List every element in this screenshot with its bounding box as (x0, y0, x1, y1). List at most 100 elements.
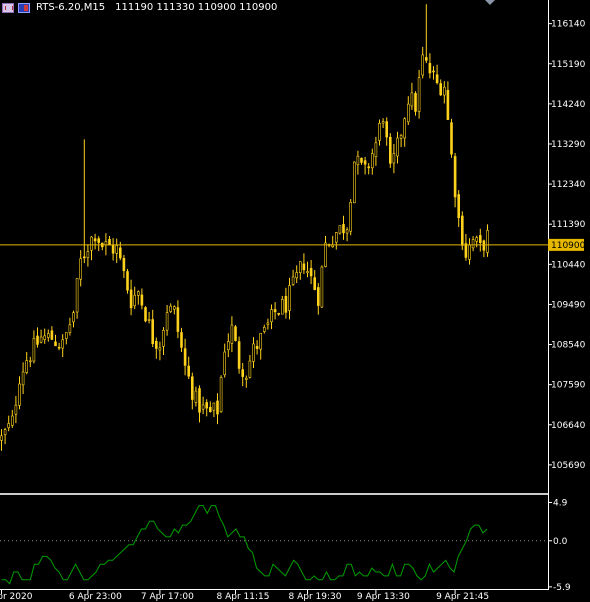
candle (151, 309, 154, 348)
candle-body (137, 291, 140, 296)
candle-body (183, 348, 187, 366)
candle-body (320, 266, 324, 308)
candle (97, 236, 100, 252)
candle-body (151, 319, 154, 345)
account-flag-icon[interactable] (2, 3, 14, 13)
candle-body (259, 333, 263, 350)
candle (385, 117, 389, 146)
candle (414, 91, 417, 116)
candle-body (122, 257, 126, 272)
candle-body (277, 313, 281, 315)
candle-body (428, 63, 432, 74)
candle (327, 243, 331, 248)
candle-body (79, 258, 82, 280)
candle (363, 156, 367, 175)
time-axis-label: 9 Apr 21:45 (436, 592, 489, 602)
candle (219, 375, 223, 413)
candle (356, 150, 360, 175)
candle (406, 96, 410, 126)
candle (439, 79, 443, 97)
candle (457, 190, 461, 228)
candle-body (126, 271, 129, 291)
candle (475, 235, 479, 248)
candle (68, 317, 72, 336)
candle (399, 133, 403, 148)
candle-body (65, 332, 68, 339)
candle (133, 286, 136, 310)
candle (209, 401, 212, 413)
chart-area: 116140 115190 114240 113290 112340 111390 1104… (0, 0, 586, 602)
candle (471, 236, 475, 252)
time-axis[interactable]: 6 Apr 2020 6 Apr 23:00 7 Apr 17:00 8 Apr 11… (0, 590, 489, 602)
candle-body (147, 319, 151, 321)
candle (403, 117, 407, 147)
candle-body (406, 103, 410, 123)
candle (360, 157, 363, 165)
candle (468, 238, 471, 265)
candle-body (450, 122, 453, 155)
candle (36, 327, 39, 348)
candle-body (295, 272, 299, 279)
candle (21, 362, 25, 395)
candle-body (255, 346, 259, 349)
candle-body (46, 333, 50, 338)
candle-body (3, 429, 7, 436)
candle (176, 300, 180, 339)
candle-body (50, 330, 54, 340)
candle-body (32, 338, 36, 362)
candle (248, 355, 252, 379)
candle-body (324, 242, 327, 267)
candle (147, 311, 151, 324)
candle-body (108, 238, 111, 246)
candle (370, 148, 374, 175)
indicator-axis-label: -5.9 (553, 583, 571, 593)
chart-shift-marker-icon[interactable] (485, 0, 495, 5)
price-axis-label: 110440 (551, 260, 586, 270)
candle (65, 332, 68, 345)
candle-body (392, 153, 396, 164)
candle-body (349, 202, 353, 232)
candle-body (194, 390, 198, 403)
time-axis-label: 7 Apr 17:00 (141, 592, 194, 602)
indicator-axis-label: 4.9 (553, 498, 568, 508)
candle-body (155, 340, 158, 349)
candle (266, 318, 270, 330)
candle-body (223, 351, 226, 376)
expert-advisor-icon[interactable] (18, 3, 30, 13)
candle-body (270, 309, 273, 323)
candle (262, 324, 266, 334)
candle-body (61, 339, 65, 349)
price-axis-label: 112340 (551, 180, 586, 190)
candle (284, 287, 288, 319)
indicator-axis[interactable]: 4.9 0.0 -5.9 (548, 498, 571, 593)
candle-body (302, 263, 306, 271)
candle (25, 351, 29, 375)
candle-body (421, 54, 425, 76)
candle (298, 261, 302, 280)
price-axis-label: 106640 (551, 421, 586, 431)
candle (90, 236, 93, 261)
candle-body (352, 161, 356, 204)
candle-body (140, 294, 144, 306)
candle (334, 231, 338, 250)
candle-body (345, 229, 349, 234)
candle (309, 260, 313, 285)
candle (241, 363, 244, 387)
candle (446, 81, 450, 120)
candle-body (39, 336, 43, 343)
candle-body (410, 92, 414, 107)
candle-body (360, 157, 363, 163)
candle-body (216, 400, 219, 415)
candle-body (273, 309, 277, 313)
candle (302, 253, 306, 275)
candle-body (356, 155, 360, 166)
price-axis-label: 107590 (551, 381, 586, 391)
candle (7, 415, 10, 432)
candle (57, 342, 61, 351)
candle (316, 283, 320, 315)
candle-body (0, 435, 3, 441)
candle-body (385, 121, 389, 138)
candle-body (252, 343, 255, 362)
candle-body (378, 123, 381, 141)
time-axis-label: 6 Apr 2020 (0, 592, 33, 602)
